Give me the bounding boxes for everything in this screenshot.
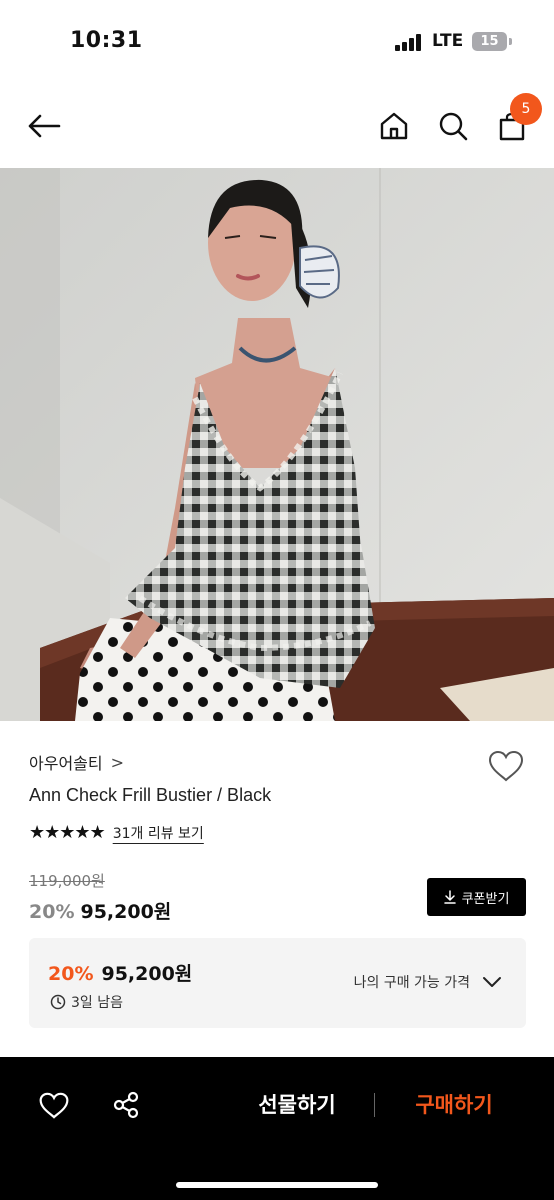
- search-button[interactable]: [431, 104, 475, 148]
- chevron-down-icon: [483, 977, 501, 987]
- heart-icon: [488, 750, 524, 782]
- original-price: 119,000원: [29, 872, 105, 890]
- rating-row: ★★★★★ 31개 리뷰 보기: [29, 822, 204, 843]
- product-image[interactable]: [0, 168, 554, 721]
- cart-count-badge: 5: [510, 93, 542, 125]
- review-link[interactable]: 31개 리뷰 보기: [113, 823, 204, 843]
- my-price-box[interactable]: 20% 95,200원 3일 남음 나의 구매 가능 가격: [29, 938, 526, 1028]
- coupon-button[interactable]: 쿠폰받기: [427, 878, 526, 916]
- timer-row: 3일 남음: [50, 992, 123, 1012]
- my-price-row: 20% 95,200원: [48, 959, 192, 986]
- clock-icon: [50, 994, 66, 1010]
- battery-cap: [509, 38, 512, 45]
- divider: [374, 1093, 375, 1117]
- brand-link[interactable]: 아우어솔티 >: [29, 750, 124, 774]
- nav-bar: [0, 84, 554, 168]
- share-icon: [113, 1091, 139, 1119]
- home-icon: [380, 112, 408, 140]
- coupon-label: 쿠폰받기: [461, 891, 510, 907]
- bottom-action-bar: 선물하기 구매하기: [0, 1057, 554, 1200]
- search-icon: [439, 112, 468, 141]
- status-time: 10:31: [70, 28, 143, 53]
- price-row: 20% 95,200원: [29, 897, 171, 924]
- chevron-right-icon: >: [110, 752, 125, 772]
- product-name: Ann Check Frill Bustier / Black: [29, 785, 272, 805]
- signal-icon: [395, 33, 425, 51]
- my-price-label: 나의 구매 가능 가격: [353, 975, 470, 991]
- my-price-toggle[interactable]: 나의 구매 가능 가격: [354, 972, 502, 992]
- home-button[interactable]: [372, 104, 416, 148]
- sale-price: 95,200원: [80, 901, 172, 923]
- status-bar: 10:31 LTE 15: [0, 0, 554, 84]
- back-button[interactable]: [22, 104, 66, 148]
- my-price: 95,200원: [101, 963, 193, 985]
- timer-text: 3일 남음: [71, 995, 123, 1011]
- star-rating: ★★★★★: [29, 822, 106, 843]
- share-button[interactable]: [106, 1085, 146, 1125]
- wishlist-button[interactable]: [486, 748, 526, 784]
- battery-icon: 15: [472, 32, 507, 51]
- battery-level: 15: [480, 34, 499, 49]
- heart-icon: [39, 1092, 69, 1119]
- home-indicator: [176, 1182, 378, 1188]
- gift-button[interactable]: 선물하기: [235, 1087, 359, 1123]
- discount-rate: 20%: [29, 901, 75, 923]
- network-type: LTE: [432, 31, 464, 51]
- brand-name: 아우어솔티: [29, 754, 103, 773]
- like-button[interactable]: [34, 1085, 74, 1125]
- buy-button[interactable]: 구매하기: [392, 1087, 516, 1123]
- arrow-left-icon: [28, 114, 61, 138]
- my-discount-rate: 20%: [48, 963, 94, 985]
- download-icon: [443, 890, 456, 904]
- product-photo: [0, 168, 554, 721]
